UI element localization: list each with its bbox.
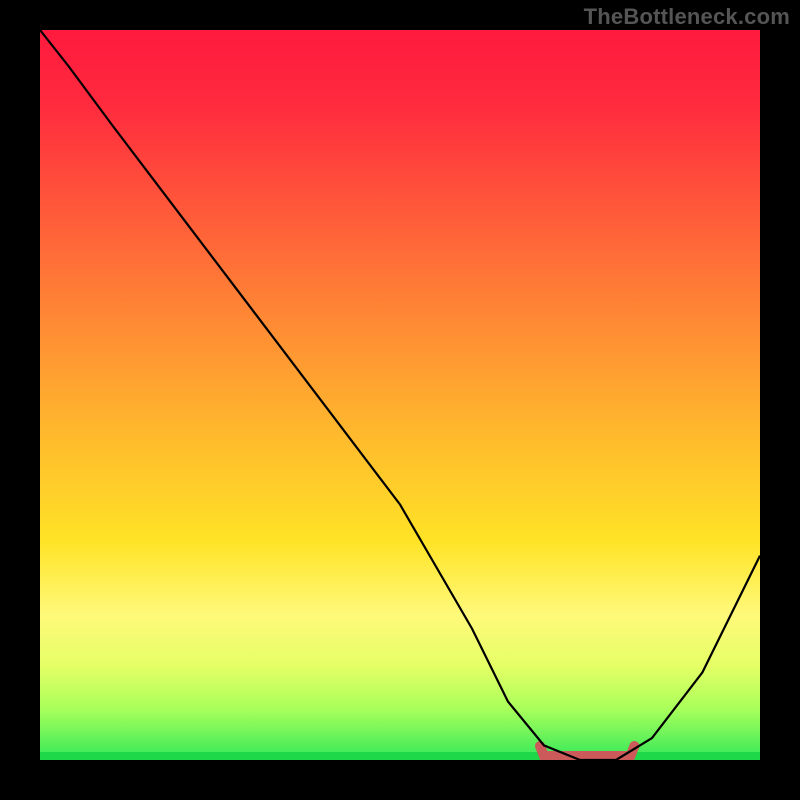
attribution-text: TheBottleneck.com (584, 4, 790, 30)
bottleneck-curve-line (40, 30, 760, 760)
optimal-flat-segment (540, 746, 634, 756)
chart-svg (40, 30, 760, 760)
chart-frame: TheBottleneck.com (0, 0, 800, 800)
